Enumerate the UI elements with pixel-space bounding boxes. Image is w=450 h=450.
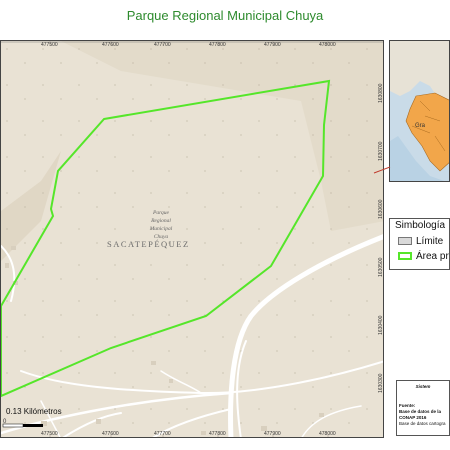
right-tick: 1630600 (378, 199, 384, 219)
scale-bar (2, 423, 43, 428)
main-map[interactable]: SACATEPÉQUEZ Parque Regional Municipal C… (0, 40, 384, 438)
park-label-line: Municipal (149, 226, 173, 232)
right-tick: 1630500 (378, 257, 384, 277)
top-tick: 477600 (102, 42, 119, 48)
legend-title: Simbología (395, 220, 446, 231)
right-tick: 1630700 (378, 141, 384, 161)
right-tick: 1630300 (378, 373, 384, 393)
inset-canvas (390, 41, 449, 181)
bottom-tick: 477600 (102, 431, 119, 437)
top-tick: 478000 (319, 42, 336, 48)
legend-item-area: Área pr (398, 251, 449, 262)
inset-connector-line (373, 166, 391, 174)
info-header: Sistem (415, 384, 431, 389)
legend: Simbología Límite Área pr (389, 218, 450, 270)
bottom-tick: 477500 (41, 431, 58, 437)
top-tick: 477700 (154, 42, 171, 48)
right-tick: 1630400 (378, 315, 384, 335)
park-label: Parque Regional Municipal Chuya (137, 209, 185, 241)
park-label-line: Parque (153, 210, 169, 216)
legend-swatch-limite (398, 237, 412, 246)
right-tick: 1630800 (378, 83, 384, 103)
legend-label: Límite (416, 236, 444, 247)
park-label-line: Chuya (153, 234, 169, 240)
bottom-tick: 477700 (154, 431, 171, 437)
legend-swatch-area (398, 252, 412, 261)
locator-inset-map[interactable]: Gra (389, 40, 450, 182)
top-tick: 477500 (41, 42, 58, 48)
info-box: Sistem Fuente: Base de datos de la CONAP… (396, 380, 450, 436)
inset-label: Gra (415, 123, 426, 129)
bottom-tick: 477800 (209, 431, 226, 437)
info-line: Base de datos cartogra (399, 421, 446, 426)
bottom-tick: 477900 (264, 431, 281, 437)
legend-item-limite: Límite (398, 236, 443, 247)
scale-zero: 0 (3, 419, 7, 425)
top-tick: 477900 (264, 42, 281, 48)
legend-label: Área pr (416, 251, 449, 262)
park-label-line: Regional (151, 218, 171, 224)
top-tick: 477800 (209, 42, 226, 48)
map-title: Parque Regional Municipal Chuya (126, 8, 324, 23)
map-canvas (1, 41, 383, 437)
bottom-tick: 478000 (319, 431, 336, 437)
scale-label: 0.13 Kilómetros (6, 407, 62, 416)
